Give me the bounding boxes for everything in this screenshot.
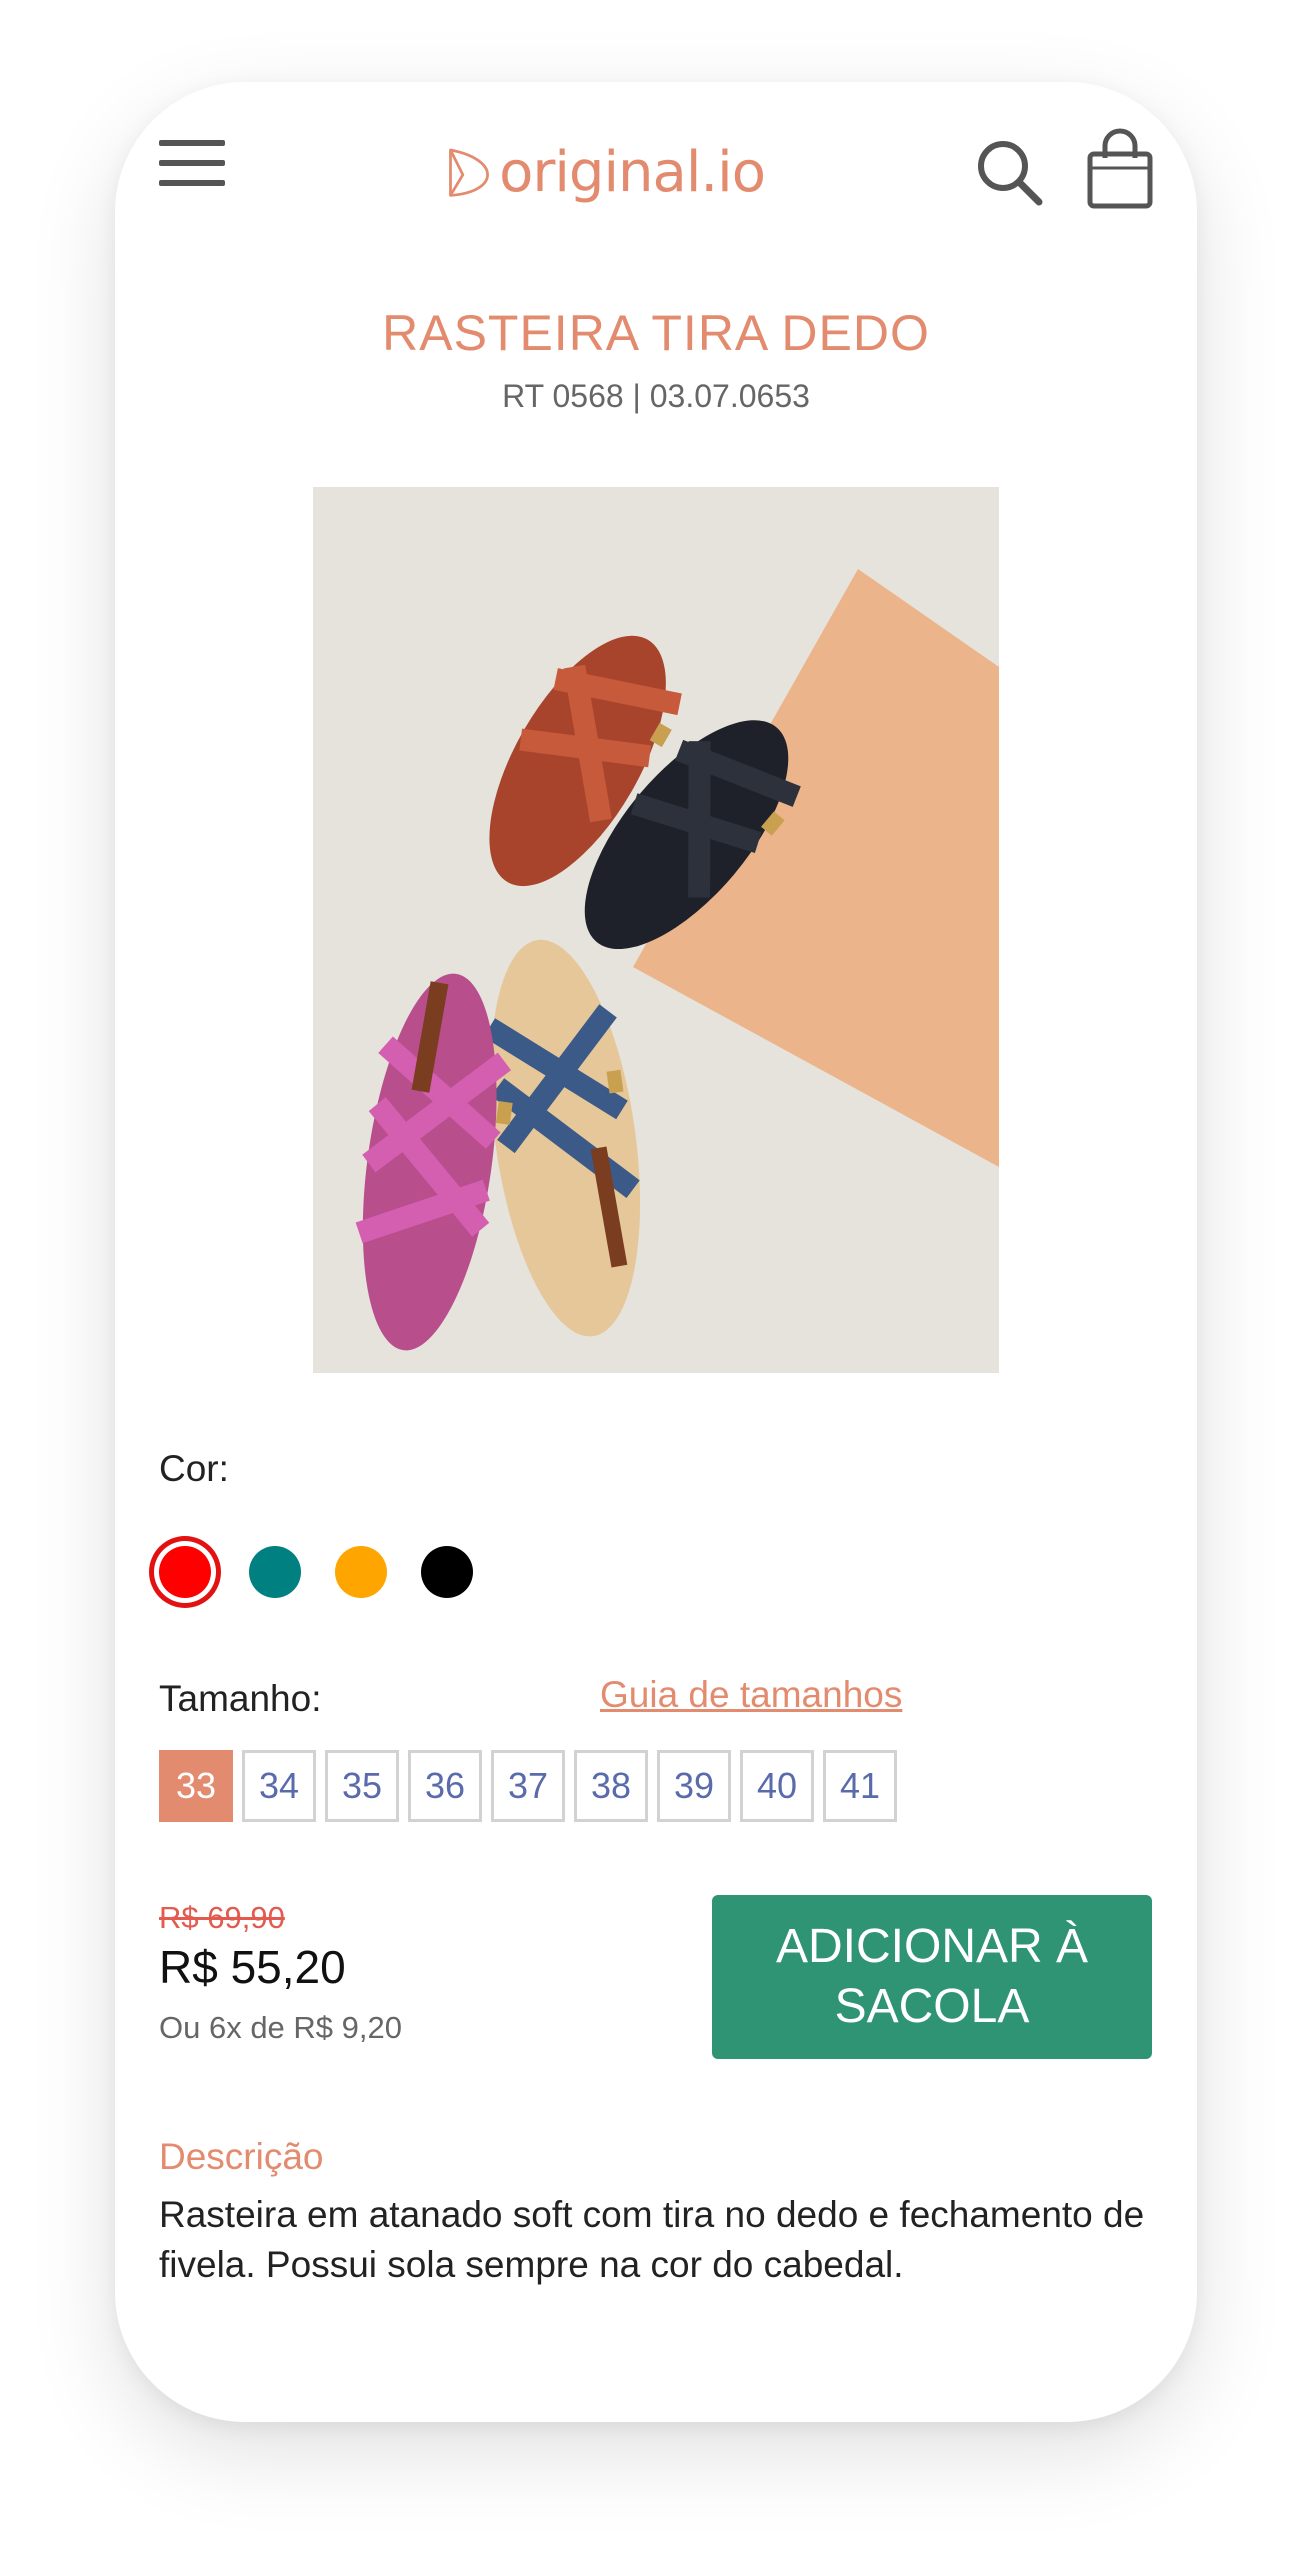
- phone-frame: original.io RASTEIRA TIRA DEDO RT 0568 |…: [115, 82, 1197, 2422]
- size-options: 33 34 35 36 37 38 39 40 41: [159, 1750, 897, 1822]
- size-option-37[interactable]: 37: [491, 1750, 565, 1822]
- color-swatch-red[interactable]: [159, 1546, 211, 1598]
- size-option-34[interactable]: 34: [242, 1750, 316, 1822]
- description-text: Rasteira em atanado soft com tira no ded…: [159, 2194, 1145, 2285]
- color-swatch-teal[interactable]: [249, 1546, 301, 1598]
- color-label: Cor:: [159, 1448, 229, 1489]
- add-to-bag-label-line2: SACOLA: [834, 1980, 1030, 2033]
- size-option-36[interactable]: 36: [408, 1750, 482, 1822]
- hamburger-menu-icon[interactable]: [159, 140, 225, 186]
- shopping-bag-icon[interactable]: [1085, 128, 1155, 210]
- logo-text: original.io: [499, 139, 766, 205]
- installments-text: Ou 6x de R$ 9,20: [159, 2010, 402, 2045]
- search-icon[interactable]: [975, 138, 1045, 208]
- logo-mark-icon: [449, 148, 489, 197]
- logo[interactable]: original.io: [445, 132, 766, 212]
- description-title: Descrição: [159, 2136, 324, 2177]
- size-option-35[interactable]: 35: [325, 1750, 399, 1822]
- product-image: [313, 487, 999, 1373]
- add-to-bag-label-line1: ADICIONAR À: [775, 1920, 1089, 1973]
- size-option-38[interactable]: 38: [574, 1750, 648, 1822]
- old-price: R$ 69,90: [159, 1900, 285, 1935]
- size-option-41[interactable]: 41: [823, 1750, 897, 1822]
- product-sku: RT 0568 | 03.07.0653: [502, 378, 810, 414]
- size-label: Tamanho:: [159, 1678, 322, 1719]
- size-option-40[interactable]: 40: [740, 1750, 814, 1822]
- product-title: RASTEIRA TIRA DEDO: [382, 305, 930, 361]
- size-option-39[interactable]: 39: [657, 1750, 731, 1822]
- color-swatch-orange[interactable]: [335, 1546, 387, 1598]
- add-to-bag-button[interactable]: ADICIONAR À SACOLA: [712, 1895, 1152, 2059]
- size-guide-link[interactable]: Guia de tamanhos: [600, 1674, 902, 1716]
- color-swatch-black[interactable]: [421, 1546, 473, 1598]
- size-option-33[interactable]: 33: [159, 1750, 233, 1822]
- current-price: R$ 55,20: [159, 1941, 346, 1993]
